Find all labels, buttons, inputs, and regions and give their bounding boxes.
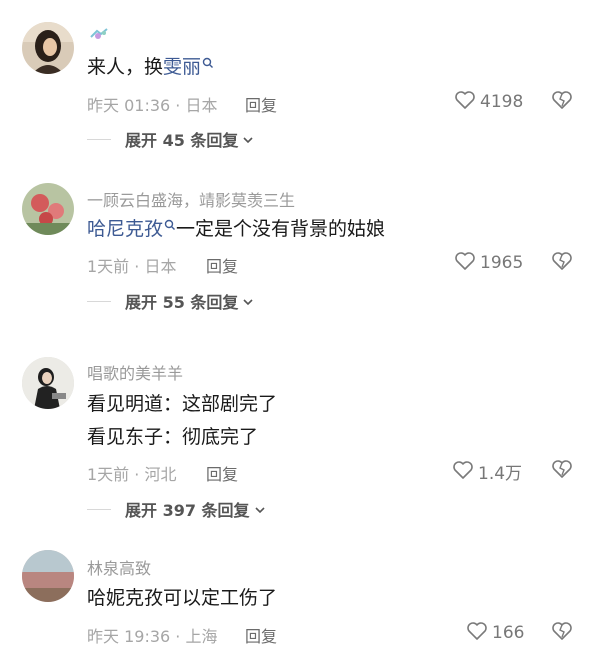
badge-icon [89,26,109,45]
search-icon[interactable] [202,51,214,75]
comment-text: 哈尼克孜 一定是个没有背景的姑娘 [87,217,385,241]
like-button[interactable]: 166 [466,621,524,645]
search-icon[interactable] [164,213,176,237]
chevron-down-icon [254,500,266,519]
comment-meta: 1天前 · 日本 [87,257,177,276]
like-count: 1.4万 [478,464,523,484]
comment-meta: 昨天 01:36 · 日本 [87,96,218,115]
avatar[interactable] [22,550,74,602]
comment-text: 来人，换雯丽 [87,55,214,79]
comment-meta: 昨天 19:36 · 上海 [87,627,218,646]
heart-icon [452,460,474,484]
mention-link[interactable]: 雯丽 [163,56,201,78]
comment-text: 看见东子：彻底完了 [87,426,259,448]
chevron-down-icon [242,292,254,311]
reply-button[interactable]: 回复 [206,253,238,277]
reply-button[interactable]: 回复 [206,461,238,485]
like-count: 1965 [480,253,524,273]
dislike-icon[interactable] [551,251,573,275]
like-button[interactable]: 4198 [454,90,523,114]
avatar[interactable] [22,22,74,74]
username[interactable]: 一顾云白盛海，靖影莫羡三生 [87,187,295,211]
avatar[interactable] [22,357,74,409]
dislike-icon[interactable] [551,459,573,483]
heart-icon [466,621,488,645]
like-button[interactable]: 1.4万 [452,459,522,484]
like-button[interactable]: 1965 [454,251,523,275]
mention-link[interactable]: 哈尼克孜 [87,218,163,240]
username[interactable]: 唱歌的美羊羊 [87,360,183,384]
dislike-icon[interactable] [551,621,573,645]
like-count: 166 [492,623,525,643]
expand-replies[interactable]: 展开 55 条回复 [87,289,254,313]
comment-meta: 1天前 · 河北 [87,465,177,484]
divider [87,508,111,510]
like-count: 4198 [480,92,524,112]
chevron-down-icon [242,130,254,149]
comment-text: 看见明道：这部剧完了 [87,393,278,415]
divider [87,300,111,302]
expand-replies-label[interactable]: 展开 45 条回复 [125,127,238,151]
divider [87,138,111,140]
expand-replies[interactable]: 展开 45 条回复 [87,127,254,151]
username[interactable]: 林泉高致 [87,555,151,579]
comment-text: 哈妮克孜可以定工伤了 [87,587,278,609]
heart-icon [454,90,476,114]
reply-button[interactable]: 回复 [245,623,277,647]
expand-replies-label[interactable]: 展开 397 条回复 [125,497,250,521]
expand-replies[interactable]: 展开 397 条回复 [87,497,266,521]
dislike-icon[interactable] [551,90,573,114]
reply-button[interactable]: 回复 [245,92,277,116]
avatar[interactable] [22,183,74,235]
expand-replies-label[interactable]: 展开 55 条回复 [125,289,238,313]
heart-icon [454,251,476,275]
